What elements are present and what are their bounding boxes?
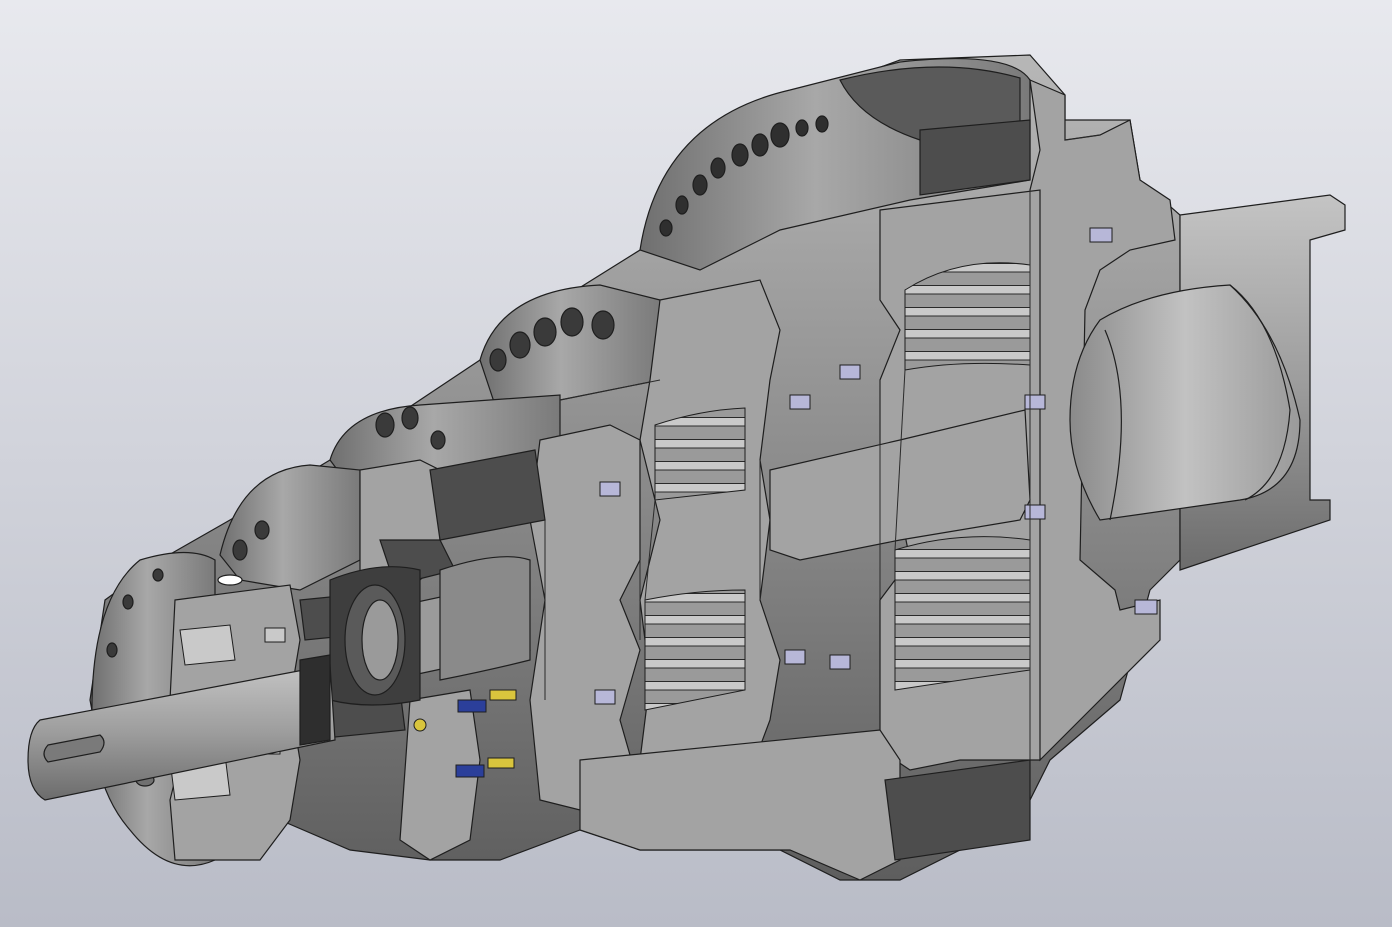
ring-gear-stage-3-upper <box>654 407 746 501</box>
ring-gear-stage-3-lower <box>644 589 746 711</box>
gearbox-section-model[interactable] <box>0 0 1392 927</box>
ring-gear-stage-4-lower <box>894 536 1031 691</box>
cad-viewport[interactable] <box>0 0 1392 927</box>
flange-stage-1[interactable] <box>217 464 361 591</box>
